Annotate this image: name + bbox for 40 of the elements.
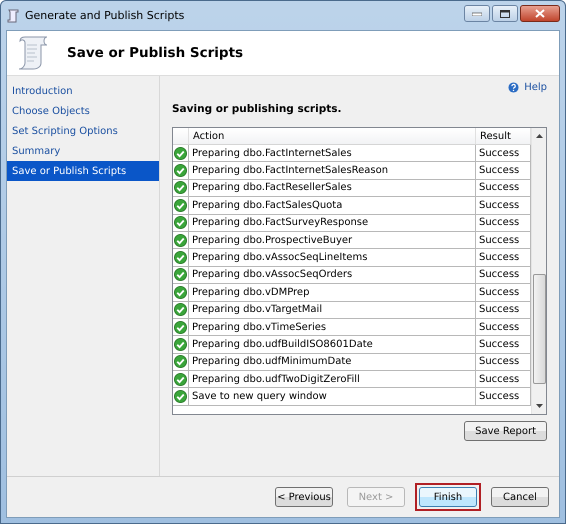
table-cell: Preparing dbo.vAssocSeqOrders xyxy=(189,266,476,284)
sidebar-item[interactable]: Summary xyxy=(7,141,159,161)
minimize-icon xyxy=(472,12,482,16)
table-cell: Preparing dbo.ProspectiveBuyer xyxy=(189,232,476,250)
table-cell: Preparing dbo.vDMPrep xyxy=(189,284,476,302)
scroll-up-icon[interactable] xyxy=(536,134,542,138)
table-cell: Preparing dbo.udfBuildISO8601Date xyxy=(189,336,476,354)
help-link[interactable]: Help xyxy=(508,82,547,93)
scroll-down-icon[interactable] xyxy=(536,404,542,408)
table-cell: Preparing dbo.FactInternetSales xyxy=(189,145,476,162)
table-cell: Preparing dbo.FactSalesQuota xyxy=(189,197,476,215)
table-cell: Preparing dbo.FactInternetSalesReason xyxy=(189,162,476,180)
table-cell: Preparing dbo.vTargetMail xyxy=(189,302,476,319)
close-icon xyxy=(535,9,545,18)
scroll-icon xyxy=(6,8,20,22)
table-cell: Preparing dbo.FactResellerSales xyxy=(189,180,476,198)
save-report-button[interactable]: Save Report xyxy=(464,421,547,441)
maximize-icon xyxy=(500,10,510,18)
table-cell: Preparing dbo.udfMinimumDate xyxy=(189,354,476,372)
page-title: Save or Publish Scripts xyxy=(67,45,244,61)
close-button[interactable] xyxy=(520,5,560,22)
table-cell: Save to new query window xyxy=(189,388,476,406)
sidebar-item[interactable]: Set Scripting Options xyxy=(7,121,159,141)
sidebar-item[interactable]: Introduction xyxy=(7,81,159,101)
wizard-button[interactable]: < Previous xyxy=(275,487,333,507)
column-header[interactable]: Action xyxy=(189,128,476,144)
minimize-button[interactable] xyxy=(464,5,490,22)
help-icon xyxy=(508,82,520,93)
table-cell: Preparing dbo.udfTwoDigitZeroFill xyxy=(189,371,476,388)
status-text: Saving or publishing scripts. xyxy=(172,103,342,115)
wizard-button[interactable]: Finish xyxy=(419,487,477,507)
maximize-button[interactable] xyxy=(492,5,518,22)
table-cell: Preparing dbo.vAssocSeqLineItems xyxy=(189,249,476,267)
table-cell: Preparing dbo.FactSurveyResponse xyxy=(189,214,476,232)
sidebar-item[interactable]: Save or Publish Scripts xyxy=(7,161,159,181)
window-title: Generate and Publish Scripts xyxy=(25,9,186,22)
wizard-button[interactable]: Cancel xyxy=(491,487,549,507)
scrollbar[interactable] xyxy=(531,128,546,414)
table-cell: Preparing dbo.vTimeSeries xyxy=(189,318,476,336)
sidebar-item[interactable]: Choose Objects xyxy=(7,101,159,121)
